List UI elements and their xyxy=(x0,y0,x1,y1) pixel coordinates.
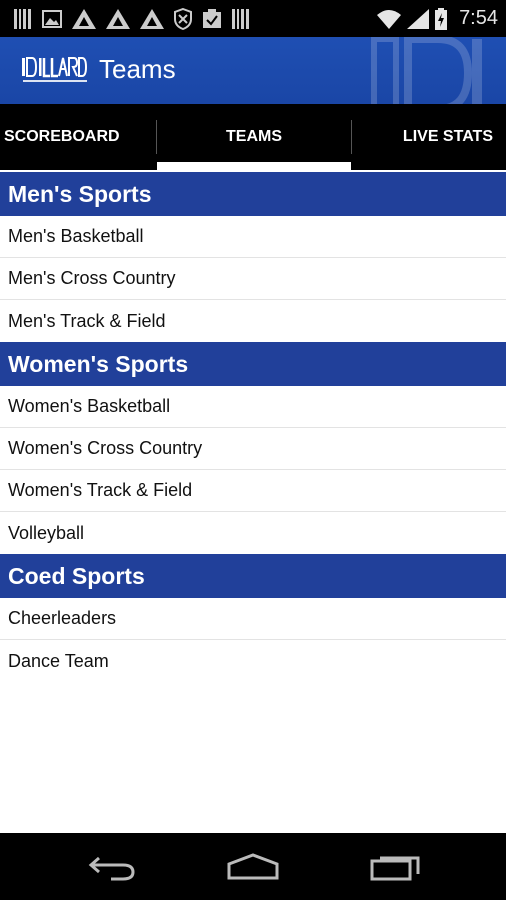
triangle-logo-icon xyxy=(106,9,130,29)
navigation-bar xyxy=(0,833,506,900)
list-item-womens-basketball[interactable]: Women's Basketball xyxy=(0,386,506,428)
teams-list: Men's Sports Men's Basketball Men's Cros… xyxy=(0,172,506,682)
watermark-logo-icon xyxy=(371,37,482,104)
selected-tab-indicator xyxy=(157,162,351,170)
section-header-mens-sports: Men's Sports xyxy=(0,172,506,216)
tab-live-stats[interactable]: LIVE STATS xyxy=(352,104,506,170)
list-item-mens-cross-country[interactable]: Men's Cross Country xyxy=(0,258,506,300)
list-item-cheerleaders[interactable]: Cheerleaders xyxy=(0,598,506,640)
clock: 7:54 xyxy=(459,7,498,29)
list-item-womens-cross-country[interactable]: Women's Cross Country xyxy=(0,428,506,470)
shield-x-icon xyxy=(174,8,192,30)
list-item-volleyball[interactable]: Volleyball xyxy=(0,512,506,554)
tab-scoreboard[interactable]: SCOREBOARD xyxy=(0,104,156,170)
section-header-womens-sports: Women's Sports xyxy=(0,342,506,386)
app-bar: Teams xyxy=(0,37,506,104)
status-bar: 7:54 xyxy=(0,0,506,37)
wifi-icon xyxy=(377,9,402,29)
list-item-mens-track-field[interactable]: Men's Track & Field xyxy=(0,300,506,342)
image-icon xyxy=(42,10,62,28)
recent-apps-button[interactable] xyxy=(355,845,435,889)
notification-icons xyxy=(14,8,250,30)
page-title: Teams xyxy=(99,54,176,84)
section-header-coed-sports: Coed Sports xyxy=(0,554,506,598)
recent-apps-icon xyxy=(370,856,420,881)
dillard-blue-devils-logo-icon[interactable] xyxy=(22,56,88,86)
tab-teams[interactable]: TEAMS xyxy=(157,104,351,170)
home-button[interactable] xyxy=(213,845,293,889)
system-indicators: 7:54 xyxy=(377,0,498,37)
barcode-icon xyxy=(14,9,31,29)
back-button[interactable] xyxy=(72,845,152,889)
battery-icon xyxy=(435,7,448,30)
barcode-icon xyxy=(232,9,249,29)
signal-icon xyxy=(407,8,430,29)
list-item-womens-track-field[interactable]: Women's Track & Field xyxy=(0,470,506,512)
triangle-logo-icon xyxy=(72,9,96,29)
home-icon xyxy=(227,853,279,880)
triangle-logo-icon xyxy=(140,9,164,29)
clipboard-icon xyxy=(203,9,221,28)
tab-bar: SCOREBOARD TEAMS LIVE STATS xyxy=(0,104,506,170)
list-item-mens-basketball[interactable]: Men's Basketball xyxy=(0,216,506,258)
back-icon xyxy=(88,856,135,881)
list-item-dance-team[interactable]: Dance Team xyxy=(0,640,506,682)
